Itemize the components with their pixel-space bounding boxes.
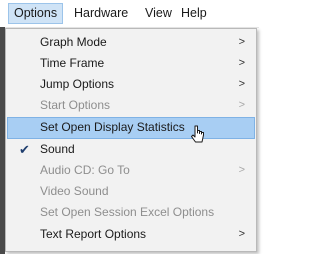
mouse-pointer-icon <box>191 125 204 143</box>
menu-item-label: Video Sound <box>40 184 109 198</box>
menu-help[interactable]: Help <box>181 4 207 23</box>
menu-item-label: Start Options <box>40 98 111 112</box>
submenu-arrow-icon: > <box>238 228 245 240</box>
menu-item-sound[interactable]: ✔ Sound <box>7 139 255 160</box>
menu-item-set-open-session-excel-options: Set Open Session Excel Options <box>7 202 255 223</box>
checkmark-icon: ✔ <box>19 142 30 157</box>
menu-item-label: Set Open Display Statistics <box>40 120 185 134</box>
menu-item-video-sound: Video Sound <box>7 181 255 202</box>
submenu-arrow-icon: > <box>238 164 245 176</box>
menu-item-audio-cd-go-to: Audio CD: Go To > <box>7 160 255 181</box>
menu-bar: Options Hardware View Help <box>0 0 259 28</box>
submenu-arrow-icon: > <box>238 57 245 69</box>
menu-item-set-open-display-statistics[interactable]: Set Open Display Statistics <box>7 117 255 139</box>
menu-item-jump-options[interactable]: Jump Options > <box>7 74 255 95</box>
menu-item-label: Text Report Options <box>40 227 147 241</box>
menu-item-start-options: Start Options > <box>7 95 255 116</box>
menu-item-text-report-options[interactable]: Text Report Options > <box>7 224 255 245</box>
menu-item-label: Sound <box>40 142 75 156</box>
submenu-arrow-icon: > <box>238 36 245 48</box>
menu-item-label: Graph Mode <box>40 35 107 49</box>
menu-options[interactable]: Options <box>8 3 64 24</box>
menu-item-time-frame[interactable]: Time Frame > <box>7 53 255 74</box>
menu-item-label: Set Open Session Excel Options <box>40 205 215 219</box>
menu-item-label: Time Frame <box>40 56 105 70</box>
submenu-arrow-icon: > <box>238 78 245 90</box>
menu-view[interactable]: View <box>145 4 172 23</box>
menu-hardware[interactable]: Hardware <box>74 4 128 23</box>
menu-item-label: Audio CD: Go To <box>40 163 130 177</box>
options-dropdown: Graph Mode > Time Frame > Jump Options >… <box>5 28 257 252</box>
submenu-arrow-icon: > <box>238 99 245 111</box>
menu-item-graph-mode[interactable]: Graph Mode > <box>7 32 255 53</box>
menu-item-label: Jump Options <box>40 77 115 91</box>
app-window: Options Hardware View Help Graph Mode > … <box>0 0 259 254</box>
